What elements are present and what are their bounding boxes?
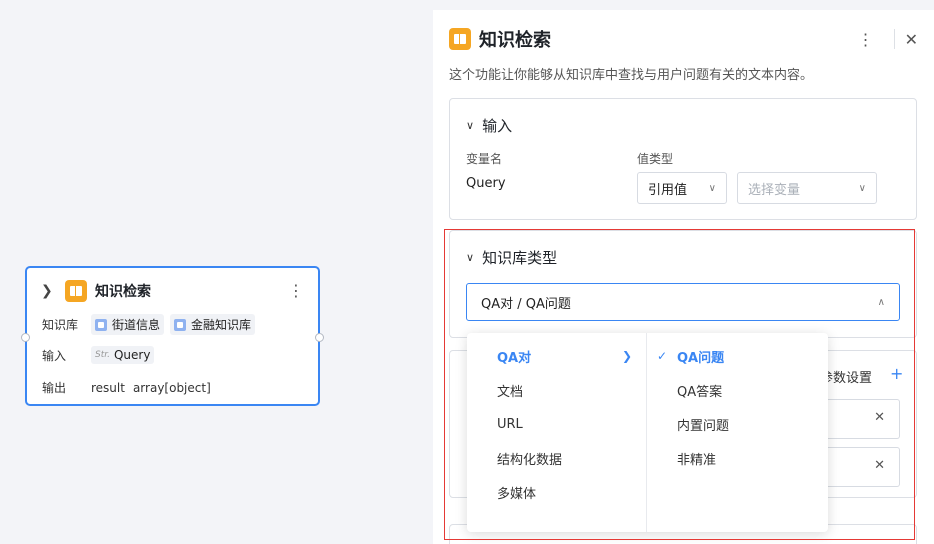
book-icon bbox=[449, 28, 471, 50]
check-icon: ✓ bbox=[657, 349, 668, 363]
kb-type-section: ∨ 知识库类型 QA对 / QA问题 ∧ bbox=[449, 230, 917, 338]
panel-title: 知识检索 bbox=[479, 30, 551, 51]
output-name: result bbox=[91, 380, 125, 395]
cascader-option-builtin-question[interactable]: 内置问题 bbox=[647, 407, 828, 441]
cascader-option-qa-answer[interactable]: QA答案 bbox=[647, 373, 828, 407]
panel-header: 知识检索 ⋮ ✕ bbox=[449, 26, 918, 52]
kb-type-cascader-input[interactable]: QA对 / QA问题 ∧ bbox=[466, 283, 900, 321]
close-icon[interactable]: ✕ bbox=[874, 410, 885, 425]
node-kb-row: 知识库 街道信息 金融知识库 bbox=[42, 314, 261, 335]
cascader-level2: ✓ QA问题 QA答案 内置问题 非精准 bbox=[647, 333, 828, 532]
node-output-label: 输出 bbox=[42, 381, 67, 395]
node-input-port[interactable] bbox=[21, 333, 30, 342]
cascader-option-doc[interactable]: 文档 bbox=[467, 373, 646, 407]
knowledge-base-icon bbox=[95, 318, 107, 331]
cascader-option-qa[interactable]: QA对 ❯ bbox=[467, 339, 646, 373]
input-chip: Str. Query bbox=[91, 346, 155, 364]
node-header: ❯ 知识检索 ⋮ bbox=[41, 279, 304, 303]
node-input-label: 输入 bbox=[42, 348, 67, 363]
close-icon[interactable]: ✕ bbox=[874, 458, 885, 473]
string-type-icon: Str. bbox=[95, 350, 110, 360]
node-output-row: 输出 result array[object] bbox=[42, 379, 219, 396]
cascader-level1: QA对 ❯ 文档 URL 结构化数据 多媒体 bbox=[467, 333, 647, 532]
input-section-header[interactable]: ∨ 输入 bbox=[466, 115, 512, 136]
value-type-select[interactable]: 引用值 ∨ bbox=[637, 172, 727, 204]
value-type-label: 值类型 bbox=[637, 152, 674, 166]
chevron-down-icon: ∨ bbox=[858, 182, 866, 194]
chevron-right-icon: ❯ bbox=[621, 349, 632, 363]
chevron-down-icon: ∨ bbox=[466, 119, 475, 132]
kb-chip: 街道信息 bbox=[91, 314, 165, 335]
cascader-option-inexact[interactable]: 非精准 bbox=[647, 441, 828, 475]
node-output-port[interactable] bbox=[315, 333, 324, 342]
kb-chip: 金融知识库 bbox=[170, 314, 256, 335]
var-name-value: Query bbox=[466, 176, 506, 191]
more-vertical-icon[interactable]: ⋮ bbox=[288, 283, 304, 299]
more-vertical-icon[interactable]: ⋮ bbox=[848, 30, 884, 49]
node-title: 知识检索 bbox=[95, 284, 151, 300]
knowledge-retrieval-node[interactable]: ❯ 知识检索 ⋮ 知识库 街道信息 金融知识库 输入 Str. Query 输出… bbox=[21, 266, 324, 406]
chevron-down-icon: ∨ bbox=[708, 182, 716, 194]
kb-type-cascader-menu: QA对 ❯ 文档 URL 结构化数据 多媒体 ✓ QA问题 QA答案 内置问题 … bbox=[467, 333, 828, 532]
param-row: ✕ bbox=[820, 447, 900, 487]
node-kb-label: 知识库 bbox=[42, 318, 79, 332]
output-type: array[object] bbox=[132, 380, 211, 395]
book-icon bbox=[65, 280, 87, 302]
chevron-down-icon: ∨ bbox=[466, 251, 475, 264]
chevron-up-icon: ∧ bbox=[877, 296, 885, 308]
knowledge-base-icon bbox=[174, 318, 187, 331]
cascader-option-structured[interactable]: 结构化数据 bbox=[467, 441, 646, 475]
panel-description: 这个功能让你能够从知识库中查找与用户问题有关的文本内容。 bbox=[449, 68, 814, 83]
close-icon[interactable]: ✕ bbox=[905, 30, 918, 49]
param-row: ✕ bbox=[820, 399, 900, 439]
divider bbox=[893, 29, 895, 49]
node-input-row: 输入 Str. Query bbox=[42, 346, 160, 364]
variable-select[interactable]: 选择变量 ∨ bbox=[737, 172, 877, 204]
plus-icon[interactable]: + bbox=[890, 364, 903, 383]
cascader-option-multimedia[interactable]: 多媒体 bbox=[467, 475, 646, 509]
kb-type-section-header[interactable]: ∨ 知识库类型 bbox=[466, 247, 557, 268]
var-name-label: 变量名 bbox=[466, 152, 503, 166]
cascader-option-url[interactable]: URL bbox=[467, 407, 646, 441]
cascader-option-qa-question[interactable]: ✓ QA问题 bbox=[647, 339, 828, 373]
chevron-right-icon[interactable]: ❯ bbox=[41, 283, 61, 299]
input-section: ∨ 输入 变量名 值类型 Query 引用值 ∨ 选择变量 ∨ bbox=[449, 98, 917, 220]
